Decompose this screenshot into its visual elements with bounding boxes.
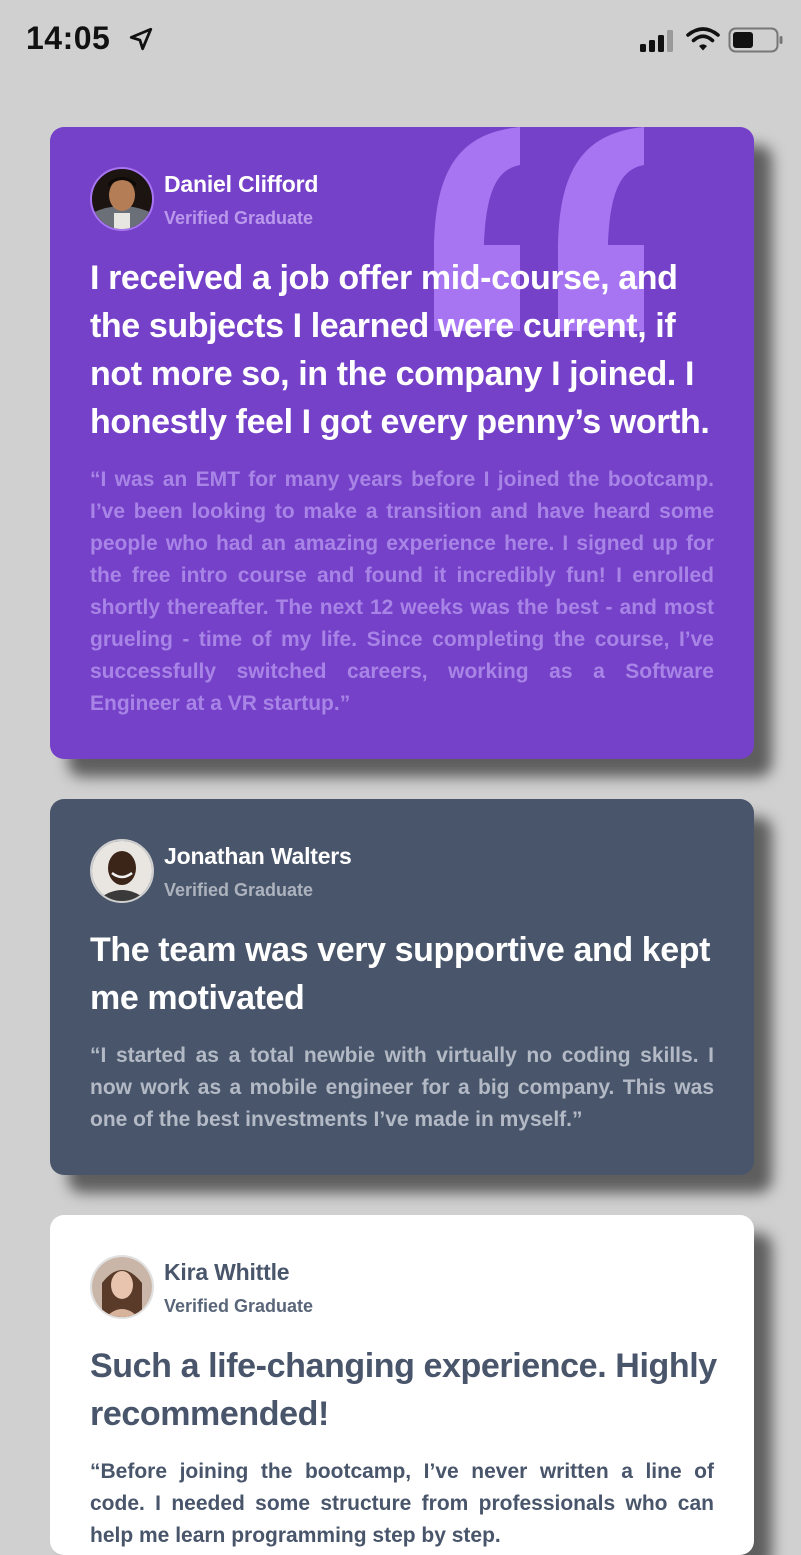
testimonial-card-kira-whittle: Kira Whittle Verified Graduate Such a li… bbox=[50, 1215, 754, 1555]
testimonial-body: “Before joining the bootcamp, I’ve never… bbox=[90, 1460, 714, 1547]
testimonial-card-daniel-clifford: Daniel Clifford Verified Graduate I rece… bbox=[50, 127, 754, 759]
location-arrow-icon bbox=[129, 27, 153, 51]
cellular-signal-icon bbox=[640, 30, 673, 52]
author-name: Jonathan Walters bbox=[164, 843, 352, 869]
avatar-daniel-clifford bbox=[90, 167, 154, 231]
battery-icon bbox=[728, 27, 783, 53]
author-status: Verified Graduate bbox=[164, 1296, 314, 1316]
testimonial-card-jonathan-walters: Jonathan Walters Verified Graduate The t… bbox=[50, 799, 754, 1175]
testimonial-body: “I started as a total newbie with virtua… bbox=[90, 1044, 714, 1131]
wifi-icon bbox=[686, 27, 720, 51]
avatar-jonathan-walters bbox=[90, 839, 154, 903]
status-time: 14:05 bbox=[26, 20, 111, 56]
testimonial-body: “I was an EMT for many years before I jo… bbox=[90, 468, 714, 715]
status-bar: 14:05 bbox=[0, 0, 801, 80]
author-status: Verified Graduate bbox=[164, 208, 314, 228]
avatar-kira-whittle bbox=[90, 1255, 154, 1319]
testimonial-headline: Such a life-changing experience. Highly … bbox=[90, 1347, 717, 1433]
testimonial-headline: The team was very supportive and kept me… bbox=[90, 931, 711, 1017]
author-name: Daniel Clifford bbox=[164, 171, 319, 197]
author-status: Verified Graduate bbox=[164, 880, 314, 900]
author-name: Kira Whittle bbox=[164, 1259, 290, 1285]
testimonial-headline: I received a job offer mid-course, and t… bbox=[90, 259, 710, 441]
